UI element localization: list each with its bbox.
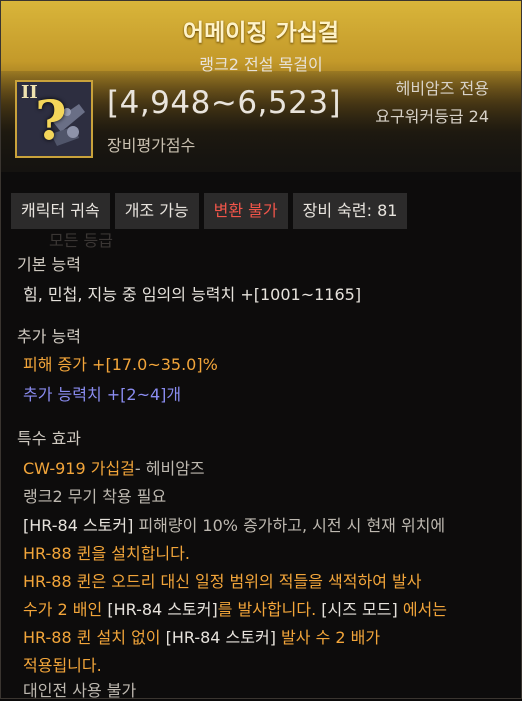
item-icon: II ? [15,80,93,158]
tag-modifiable: 개조 가능 [114,193,199,229]
effect-desc-line-4: 수가 2 배인 [HR-84 스토커]를 발사합니다. [시즈 모드] 에서는 [23,596,447,620]
effect-text: 수가 2 배인 [23,600,108,619]
effect-text: 피해량이 10% 증가하고, 시전 시 현재 위치에 [133,516,446,535]
effect-desc-line-6: 적용됩니다. [23,656,102,675]
effect-desc-line-1: [HR-84 스토커] 피해량이 10% 증가하고, 시전 시 현재 위치에 [23,512,445,536]
effect-desc-line-5: HR-88 퀸 설치 없이 [HR-84 스토커] 발사 수 2 배가 [23,624,380,648]
pvp-restriction: 대인전 사용 불가 [23,681,137,700]
damage-increase-line: 피해 증가 +[17.0~35.0]% [23,355,218,374]
skill-ref: HR-88 퀸 [23,544,92,563]
special-effect-title: 특수 효과 [17,429,81,448]
effect-desc-line-3: HR-88 퀸은 오드리 대신 일정 범위의 적들을 색적하여 발사 [23,568,421,592]
effect-text: 을 설치합니다. [91,544,190,563]
effect-text: 를 발사합니다. [217,600,322,619]
effect-text: 은 오드리 대신 일정 범위의 적들을 색적하여 발사 [91,572,422,591]
set-item-name: CW-919 가십걸 [23,459,135,478]
skill-ref: HR-88 퀸 [23,628,92,647]
background-ghost-text: 모든 등급 [49,231,113,250]
required-level: 요구워커등급 24 [375,107,489,126]
additional-stats-title: 추가 능력 [17,327,81,346]
unknown-mark: ? [35,88,67,152]
tag-character-bound: 캐릭터 귀속 [11,193,110,229]
item-tooltip: 어메이징 가십걸 랭크2 전설 목걸이 II ? [4,948~6,523] 장… [0,0,522,700]
equipment-score-label: 장비평가점수 [107,136,196,155]
effect-text: 설치 없이 [91,628,166,647]
basic-stat-line: 힘, 민첩, 지능 중 임의의 능력치 +[1001~1165] [23,285,362,304]
effect-text: 에서는 [397,600,447,619]
weapon-requirement: 랭크2 무기 착용 필요 [23,487,167,506]
class-restriction: 헤비암즈 전용 [395,79,489,98]
set-item-line: CW-919 가십걸- 헤비암즈 [23,455,205,479]
tag-row: 캐릭터 귀속 개조 가능 변환 불가 장비 숙련: 81 [11,193,408,229]
item-subtitle: 랭크2 전설 목걸이 [199,55,323,74]
basic-stats-title: 기본 능력 [17,255,81,274]
extra-stats-line: 추가 능력치 +[2~4]개 [23,385,182,404]
skill-ref: [HR-84 스토커] [165,628,276,647]
tag-not-convertible: 변환 불가 [203,193,288,229]
skill-ref: [HR-84 스토커] [107,600,218,619]
mode-ref: [시즈 모드] [321,600,398,619]
set-item-class: - 헤비암즈 [134,459,205,478]
equipment-score: [4,948~6,523] [107,85,342,121]
skill-ref: HR-88 퀸 [23,572,92,591]
skill-ref: [HR-84 스토커] [23,516,134,535]
effect-desc-line-2: HR-88 퀸을 설치합니다. [23,540,190,564]
tag-mastery: 장비 숙련: 81 [292,193,408,229]
effect-text: 발사 수 2 배가 [275,628,381,647]
item-name: 어메이징 가십걸 [182,20,340,46]
